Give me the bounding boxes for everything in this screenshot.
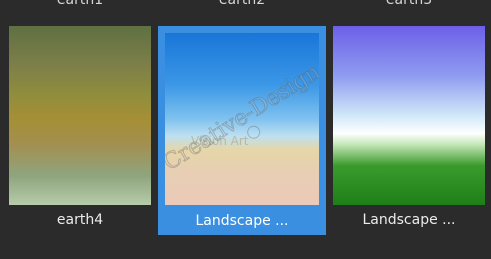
prev-row-label-text: earth3 <box>385 0 433 8</box>
preset-thumbnail <box>9 26 151 205</box>
prev-row-label-text: earth1 <box>56 0 104 8</box>
watermark-logo: Creative-Design Vision Art <box>165 59 319 176</box>
preset-tile-landscape-selected[interactable]: Creative-Design Vision Art Landscape ... <box>158 26 326 236</box>
preset-tile-landscape[interactable]: Landscape ... <box>333 26 485 235</box>
prev-row-label-2[interactable]: earth2 <box>158 0 326 20</box>
prev-row-label-text: earth2 <box>218 0 266 8</box>
watermark-subtext: Vision Art <box>191 134 249 148</box>
prev-row-label-3[interactable]: earth3 <box>333 0 485 20</box>
preset-thumbnail <box>333 26 485 205</box>
preset-tile-earth4[interactable]: earth4 <box>9 26 151 235</box>
preset-caption: earth4 <box>56 212 104 228</box>
preset-caption: Landscape ... <box>362 212 456 228</box>
preset-thumbnail: Creative-Design Vision Art <box>165 33 319 205</box>
panel-footer <box>0 235 491 259</box>
watermark-text: Creative-Design <box>165 60 319 176</box>
prev-row-label-1[interactable]: earth1 <box>9 0 151 20</box>
preset-caption: Landscape ... <box>195 213 289 229</box>
